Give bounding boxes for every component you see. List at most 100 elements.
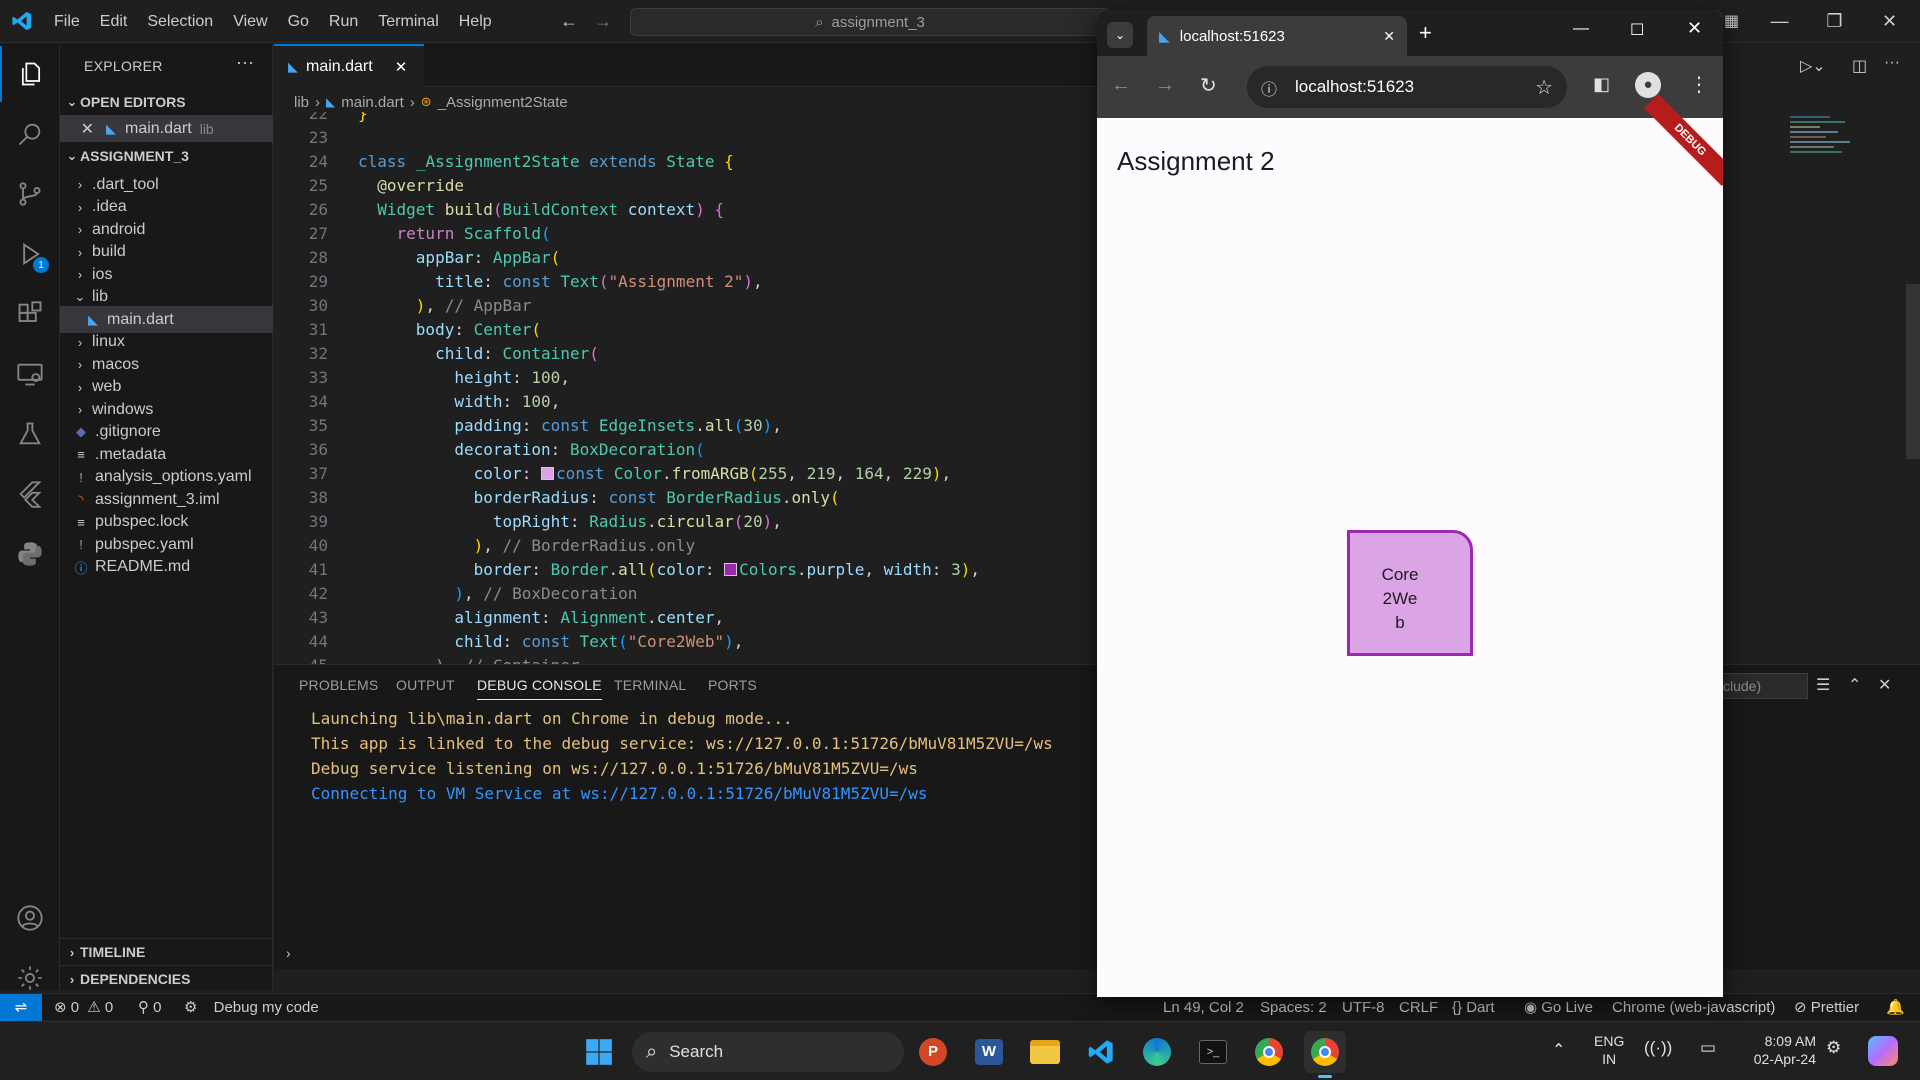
menu-selection[interactable]: Selection <box>137 0 223 43</box>
browser-minimize-icon[interactable]: — <box>1573 20 1589 38</box>
breadcrumb-file[interactable]: main.dart <box>341 94 404 111</box>
code-editor[interactable]: 22} 23 24 class _Assignment2State extends… <box>274 112 1100 664</box>
prettier-status[interactable]: ⊘ Prettier <box>1794 994 1859 1021</box>
side-panel-icon[interactable]: ◧ <box>1593 74 1610 95</box>
dependencies-section[interactable]: › DEPENDENCIES <box>60 965 273 992</box>
clear-console-icon[interactable]: ☰ <box>1816 675 1830 695</box>
split-editor-icon[interactable]: ◫ <box>1852 56 1867 76</box>
address-bar[interactable]: ⓘ localhost:51623 ☆ <box>1247 66 1567 108</box>
filter-input[interactable]: clude) <box>1718 673 1808 699</box>
menu-view[interactable]: View <box>223 0 277 43</box>
site-info-icon[interactable]: ⓘ <box>1261 76 1277 100</box>
ports-status[interactable]: ⚲ 0 <box>138 994 162 1021</box>
indentation[interactable]: Spaces: 2 <box>1260 994 1327 1021</box>
bookmark-star-icon[interactable]: ☆ <box>1535 75 1553 100</box>
editor-scrollbar[interactable] <box>1906 284 1920 459</box>
new-tab-icon[interactable]: + <box>1419 20 1432 46</box>
menu-edit[interactable]: Edit <box>90 0 138 43</box>
tab-ports[interactable]: PORTS <box>708 677 757 693</box>
browser-maximize-icon[interactable]: ☐ <box>1630 20 1644 40</box>
minimize-icon[interactable]: — <box>1752 0 1807 43</box>
account-icon[interactable] <box>0 890 60 946</box>
encoding[interactable]: UTF-8 <box>1342 994 1385 1021</box>
clock[interactable]: 8:09 AM 02-Apr-24 <box>1736 1032 1816 1068</box>
close-tab-icon[interactable]: ✕ <box>395 58 408 76</box>
language-mode[interactable]: {} Dart <box>1452 994 1495 1021</box>
more-actions-icon[interactable]: ··· <box>236 52 254 73</box>
browser-tab[interactable]: ◣ localhost:51623 ✕ <box>1147 16 1407 56</box>
tab-main-dart[interactable]: ◣ main.dart ✕ <box>274 44 424 87</box>
run-debug-action-icon[interactable]: ▷⌄ <box>1800 56 1826 76</box>
flutter-icon[interactable] <box>0 466 60 522</box>
notifications-bell-icon[interactable]: 🔔 <box>1886 994 1905 1021</box>
python-icon[interactable] <box>0 526 60 582</box>
maximize-panel-icon[interactable]: ⌃ <box>1848 675 1861 695</box>
color-swatch[interactable] <box>541 467 555 480</box>
browser-menu-icon[interactable]: ⋮ <box>1689 72 1709 97</box>
breadcrumb-symbol[interactable]: _Assignment2State <box>438 94 568 111</box>
nav-back-icon[interactable]: ← <box>560 11 578 32</box>
menu-file[interactable]: File <box>44 0 90 43</box>
chrome-icon[interactable] <box>1248 1031 1290 1073</box>
open-editors-section[interactable]: ⌄ OPEN EDITORS <box>60 88 273 115</box>
tab-output[interactable]: OUTPUT <box>396 677 455 693</box>
tab-terminal[interactable]: TERMINAL <box>614 677 686 693</box>
tab-search-icon[interactable]: ⌄ <box>1107 22 1133 48</box>
open-editor-item[interactable]: ✕ ◣ main.dart lib <box>60 115 273 142</box>
nav-forward-icon[interactable]: → <box>594 11 612 32</box>
close-tab-icon[interactable]: ✕ <box>1383 28 1395 45</box>
wifi-icon[interactable]: ((·)) <box>1644 1038 1672 1058</box>
reload-icon[interactable]: ↻ <box>1200 73 1217 98</box>
input-language[interactable]: ENG IN <box>1594 1032 1624 1068</box>
project-section[interactable]: ⌄ ASSIGNMENT_3 <box>60 142 273 169</box>
remote-explorer-icon[interactable] <box>0 346 60 402</box>
restore-icon[interactable]: ❐ <box>1807 0 1862 43</box>
copilot-icon[interactable] <box>1868 1036 1898 1066</box>
run-debug-icon[interactable]: 1 <box>0 226 60 282</box>
go-live-button[interactable]: ◉ Go Live <box>1524 994 1593 1021</box>
menu-run[interactable]: Run <box>319 0 368 43</box>
layout-icon[interactable]: ▦ <box>1724 11 1739 31</box>
breadcrumb-folder[interactable]: lib <box>294 94 309 111</box>
color-swatch[interactable] <box>724 563 738 576</box>
tab-problems[interactable]: PROBLEMS <box>299 677 378 693</box>
extensions-icon[interactable] <box>0 286 60 342</box>
close-panel-icon[interactable]: ✕ <box>1878 675 1891 695</box>
menu-go[interactable]: Go <box>278 0 319 43</box>
edge-icon[interactable] <box>1136 1031 1178 1073</box>
remote-indicator-icon[interactable]: ⇌ <box>0 994 42 1021</box>
menu-help[interactable]: Help <box>449 0 502 43</box>
cursor-position[interactable]: Ln 49, Col 2 <box>1163 994 1244 1021</box>
editor-more-icon[interactable]: ··· <box>1884 54 1900 72</box>
debug-status[interactable]: ⚙ Debug my code <box>184 994 319 1021</box>
console-input-chevron-icon[interactable]: › <box>286 945 291 961</box>
browser-forward-icon[interactable]: → <box>1155 74 1175 97</box>
vscode-taskbar-icon[interactable] <box>1080 1031 1122 1073</box>
terminal-icon[interactable]: >_ <box>1192 1031 1234 1073</box>
line-ending[interactable]: CRLF <box>1399 994 1438 1021</box>
menu-terminal[interactable]: Terminal <box>368 0 448 43</box>
show-hidden-icons-icon[interactable]: ⌃ <box>1552 1040 1565 1060</box>
problems-status[interactable]: ⊗ 0 ⚠ 0 <box>54 994 113 1021</box>
source-control-icon[interactable] <box>0 166 60 222</box>
browser-back-icon[interactable]: ← <box>1111 74 1131 97</box>
tab-debug-console[interactable]: DEBUG CONSOLE <box>477 677 602 700</box>
taskbar-search-box[interactable]: ⌕ Search <box>632 1032 904 1072</box>
testing-icon[interactable] <box>0 406 60 462</box>
close-icon[interactable]: ✕ <box>1862 0 1917 43</box>
powerpoint-icon[interactable]: P <box>912 1031 954 1073</box>
word-icon[interactable]: W <box>968 1031 1010 1073</box>
browser-close-icon[interactable]: ✕ <box>1687 18 1702 39</box>
close-editor-icon[interactable]: ✕ <box>60 119 94 139</box>
notification-center-icon[interactable]: ⚙ <box>1826 1038 1841 1058</box>
windows-start-icon[interactable] <box>578 1031 620 1073</box>
explorer-icon[interactable] <box>0 46 60 102</box>
command-center-search[interactable]: ⌕ assignment_3 <box>630 8 1110 36</box>
file-explorer-icon[interactable] <box>1024 1031 1066 1073</box>
tree-item-readme-md[interactable]: ⓘ README.md <box>60 554 273 581</box>
minimap[interactable] <box>1790 112 1860 202</box>
device-selector[interactable]: Chrome (web-javascript) <box>1612 994 1775 1021</box>
timeline-section[interactable]: › TIMELINE <box>60 938 273 965</box>
search-icon[interactable] <box>0 106 60 162</box>
chrome-active-icon[interactable] <box>1304 1031 1346 1073</box>
